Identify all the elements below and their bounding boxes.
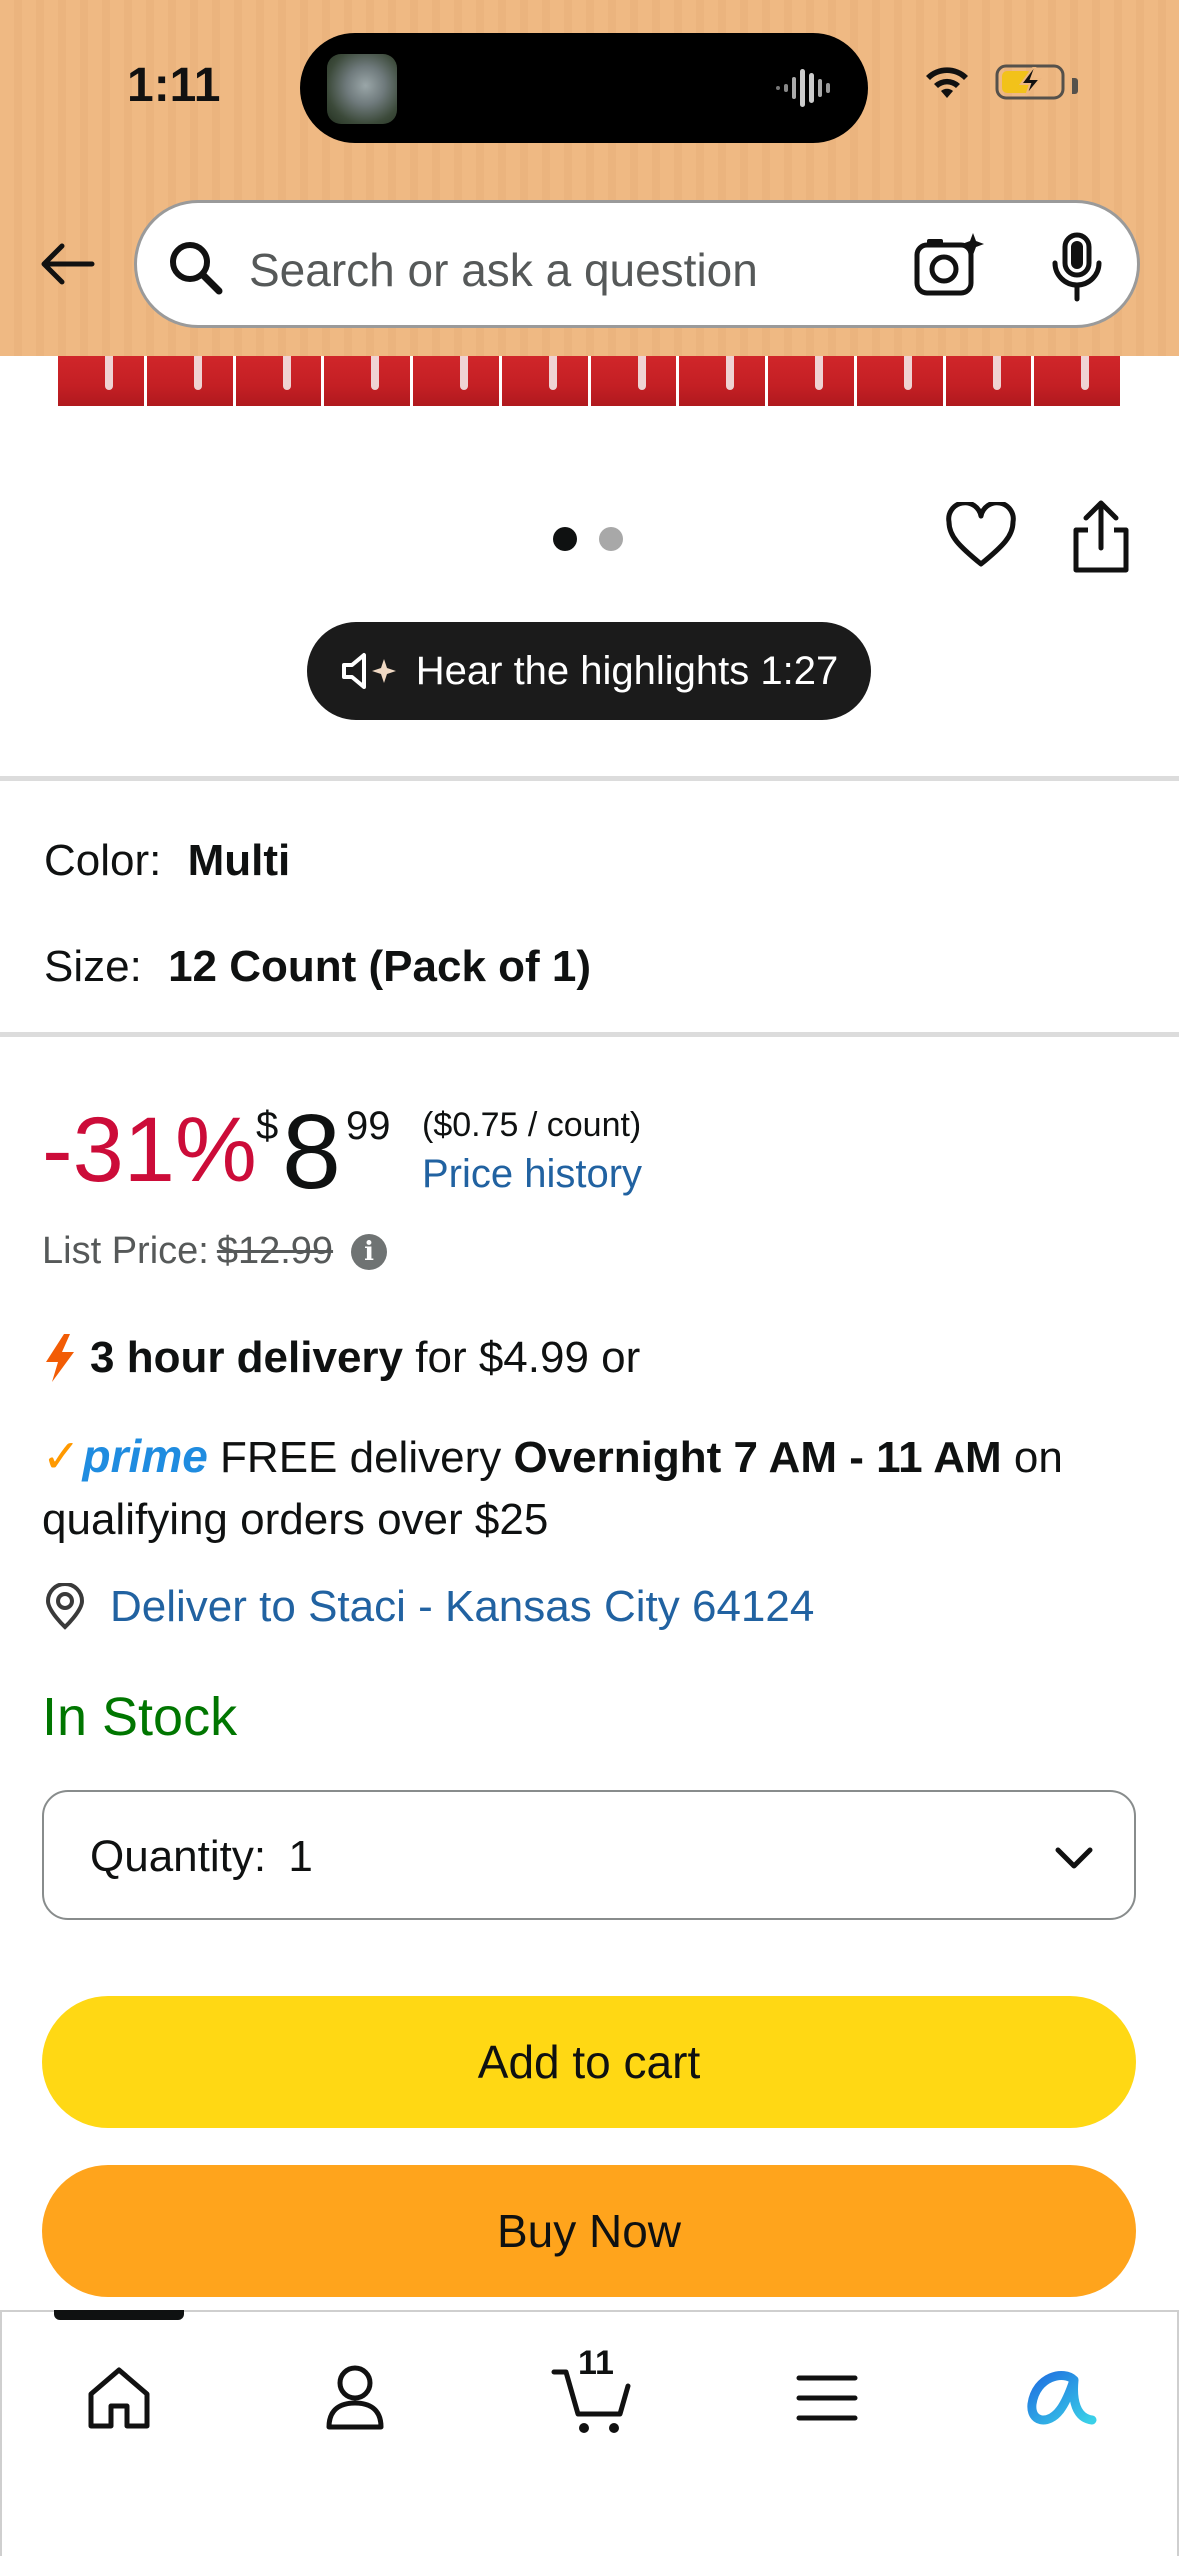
- carousel-dot[interactable]: [599, 527, 623, 551]
- list-price: List Price: $12.99 i: [42, 1230, 388, 1273]
- quantity-value: 1: [288, 1832, 313, 1881]
- nav-menu[interactable]: [777, 2348, 877, 2448]
- wifi-icon: [926, 67, 968, 98]
- chevron-down-icon: [1055, 1847, 1093, 1869]
- carousel-dot-active[interactable]: [553, 527, 577, 551]
- search-bar[interactable]: Search or ask a question: [134, 200, 1140, 328]
- lightning-bolt-icon: [46, 1334, 74, 1382]
- hear-highlights-label: Hear the highlights 1:27: [415, 648, 839, 693]
- fast-delivery-price: for $4.99 or: [415, 1333, 641, 1382]
- nav-account[interactable]: [305, 2348, 405, 2448]
- fast-delivery-line: 3 hour delivery for $4.99 or: [42, 1332, 640, 1384]
- person-icon: [326, 2365, 384, 2430]
- fast-delivery-bold: 3 hour delivery: [90, 1333, 404, 1382]
- stock-status: In Stock: [42, 1687, 238, 1747]
- carousel-dots: [553, 527, 623, 551]
- price-currency: $: [256, 1104, 279, 1148]
- delivery-window: Overnight 7 AM - 11 AM: [513, 1433, 1002, 1482]
- quantity-label: Quantity:: [90, 1832, 267, 1881]
- top-header: 1:11 Search or ask a question: [0, 0, 1179, 356]
- dynamic-island[interactable]: [300, 33, 868, 143]
- prime-logo-icon: ✓ prime: [42, 1425, 208, 1487]
- size-row[interactable]: Size: 12 Count (Pack of 1): [44, 942, 591, 992]
- audio-wave-icon: [776, 69, 830, 107]
- price-history-link[interactable]: Price history: [422, 1152, 642, 1197]
- list-price-label: List Price:: [42, 1230, 209, 1272]
- buy-now-button[interactable]: Buy Now: [42, 2165, 1136, 2297]
- location-pin-icon: [45, 1583, 85, 1630]
- cart-count: 11: [578, 2344, 614, 2382]
- home-icon: [88, 2367, 150, 2429]
- prime-delivery-line: ✓ prime FREE delivery Overnight 7 AM - 11…: [42, 1425, 1142, 1551]
- deliver-to-link[interactable]: Deliver to Staci - Kansas City 64124: [42, 1582, 814, 1632]
- nav-cart[interactable]: 11: [542, 2344, 642, 2448]
- camera-lens-icon[interactable]: [913, 231, 985, 299]
- size-label: Size:: [44, 942, 142, 991]
- quantity-text: Quantity: 1: [90, 1832, 313, 1882]
- wishlist-heart-icon[interactable]: [945, 502, 1017, 570]
- size-value: 12 Count (Pack of 1): [168, 942, 592, 991]
- search-input[interactable]: Search or ask a question: [249, 243, 758, 297]
- info-icon[interactable]: i: [351, 1233, 388, 1270]
- bottom-navigation: 11: [0, 2310, 1179, 2556]
- unit-price: ($0.75 / count): [422, 1106, 642, 1144]
- share-icon[interactable]: [1066, 498, 1136, 576]
- nav-rufus[interactable]: [1012, 2348, 1112, 2448]
- media-thumbnail: [327, 54, 397, 124]
- list-price-value: $12.99: [216, 1230, 334, 1272]
- price-fraction: 99: [346, 1104, 391, 1148]
- color-label: Color:: [44, 836, 162, 885]
- color-value: Multi: [187, 836, 291, 885]
- status-time: 1:11: [127, 59, 221, 112]
- hamburger-menu-icon: [796, 2375, 858, 2421]
- hear-highlights-button[interactable]: Hear the highlights 1:27: [307, 622, 871, 720]
- free-delivery-text: FREE delivery: [220, 1433, 502, 1482]
- speaker-sparkle-icon: [341, 653, 396, 689]
- battery-charging-icon: [995, 64, 1065, 100]
- product-image[interactable]: [58, 356, 1120, 406]
- active-tab-indicator: [54, 2310, 184, 2320]
- discount-percent: -31%: [42, 1099, 257, 1201]
- back-arrow-icon: [41, 243, 95, 285]
- back-button[interactable]: [34, 232, 98, 296]
- add-to-cart-button[interactable]: Add to cart: [42, 1996, 1136, 2128]
- microphone-icon[interactable]: [1047, 231, 1107, 303]
- nav-home[interactable]: [69, 2348, 169, 2448]
- rufus-ai-icon: [1027, 2371, 1097, 2425]
- section-divider: [0, 776, 1179, 781]
- quantity-dropdown[interactable]: Quantity: 1: [42, 1790, 1136, 1920]
- color-row[interactable]: Color: Multi: [44, 836, 290, 886]
- price-whole: 8: [282, 1093, 341, 1211]
- section-divider: [0, 1032, 1179, 1037]
- deliver-to-text[interactable]: Deliver to Staci - Kansas City 64124: [110, 1582, 814, 1632]
- status-icons: [921, 62, 1069, 102]
- battery-tip: [1072, 78, 1078, 94]
- search-icon: [170, 242, 223, 295]
- prime-word: prime: [82, 1430, 208, 1482]
